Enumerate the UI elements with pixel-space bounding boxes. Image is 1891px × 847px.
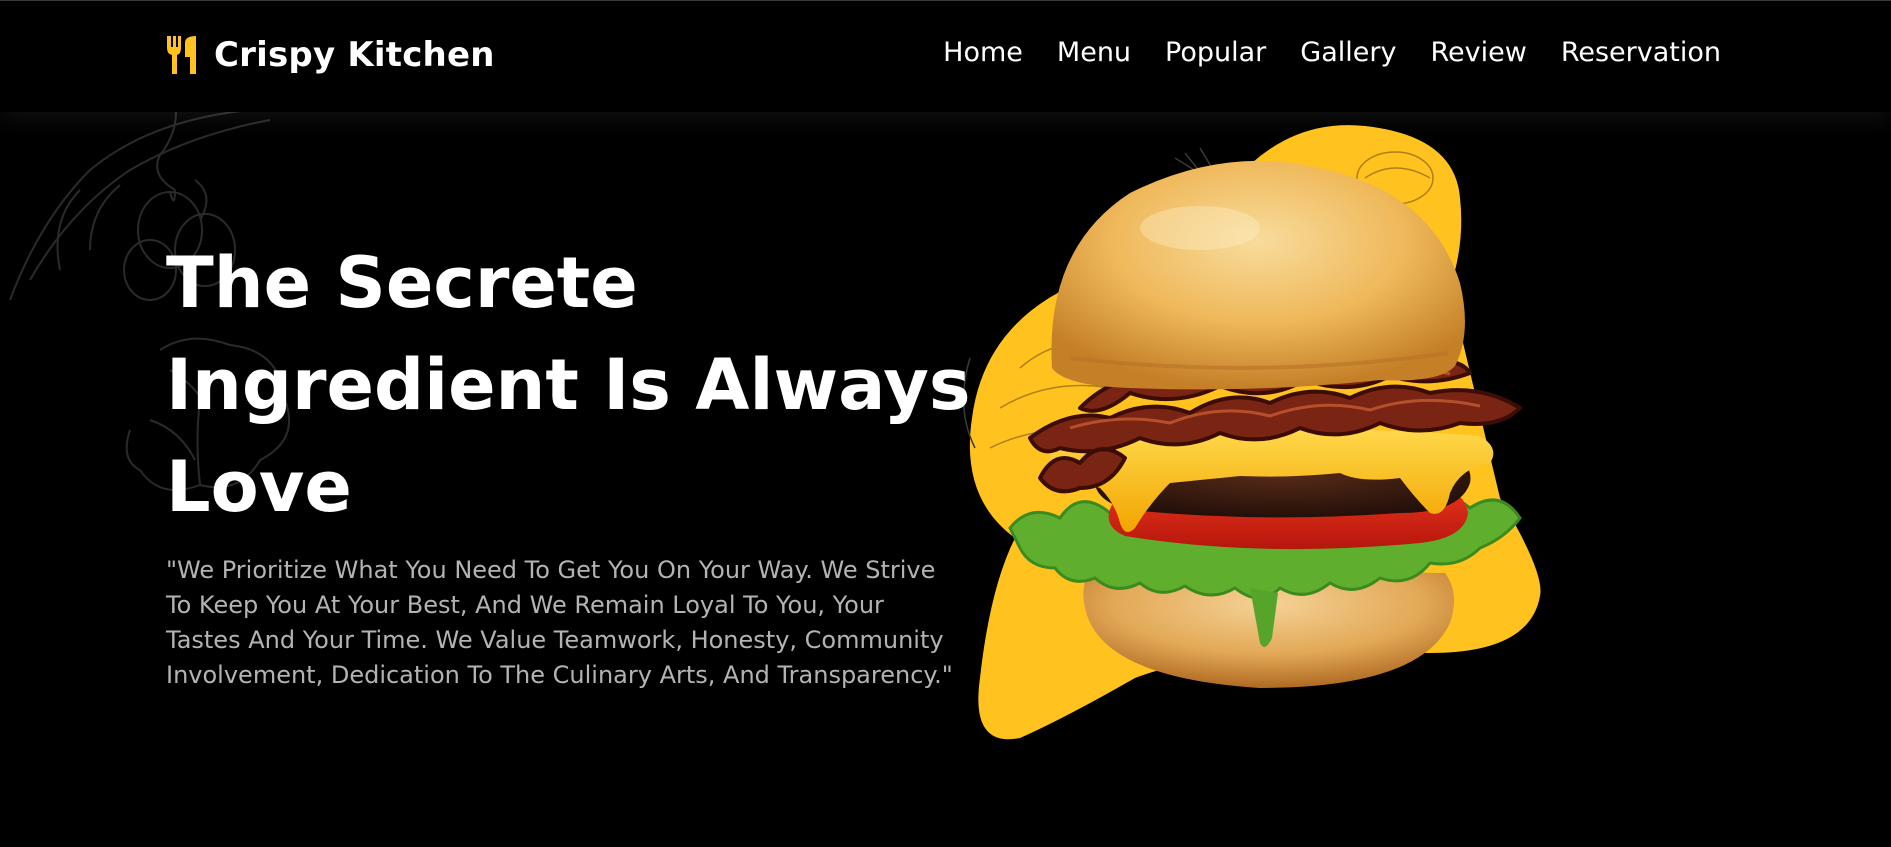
- hero-title-line: Love: [166, 446, 352, 528]
- page: Crispy Kitchen Home Menu Popular Gallery…: [0, 0, 1891, 847]
- main-nav: Home Menu Popular Gallery Review Reserva…: [943, 37, 1721, 68]
- bacon-cheeseburger-image: [962, 125, 1541, 740]
- brand-name: Crispy Kitchen: [214, 35, 495, 75]
- nav-popular-link[interactable]: Popular: [1165, 37, 1266, 68]
- fork-knife-icon: [167, 36, 196, 74]
- nav-menu-link[interactable]: Menu: [1057, 37, 1131, 68]
- nav-review-link[interactable]: Review: [1430, 37, 1526, 68]
- navbar: Crispy Kitchen Home Menu Popular Gallery…: [0, 0, 1891, 112]
- hero-image: [960, 118, 1720, 758]
- nav-home-link[interactable]: Home: [943, 37, 1023, 68]
- brand-logo-link[interactable]: Crispy Kitchen: [166, 35, 495, 75]
- hero-title-line: The Secrete: [166, 242, 638, 324]
- nav-reservation-link[interactable]: Reservation: [1561, 37, 1721, 68]
- nav-gallery-link[interactable]: Gallery: [1300, 37, 1396, 68]
- hero-title-line: Ingredient Is Always: [166, 344, 971, 426]
- hero-quote: "We Prioritize What You Need To Get You …: [166, 556, 953, 689]
- hero-title: The Secrete Ingredient Is Always Love: [166, 232, 971, 538]
